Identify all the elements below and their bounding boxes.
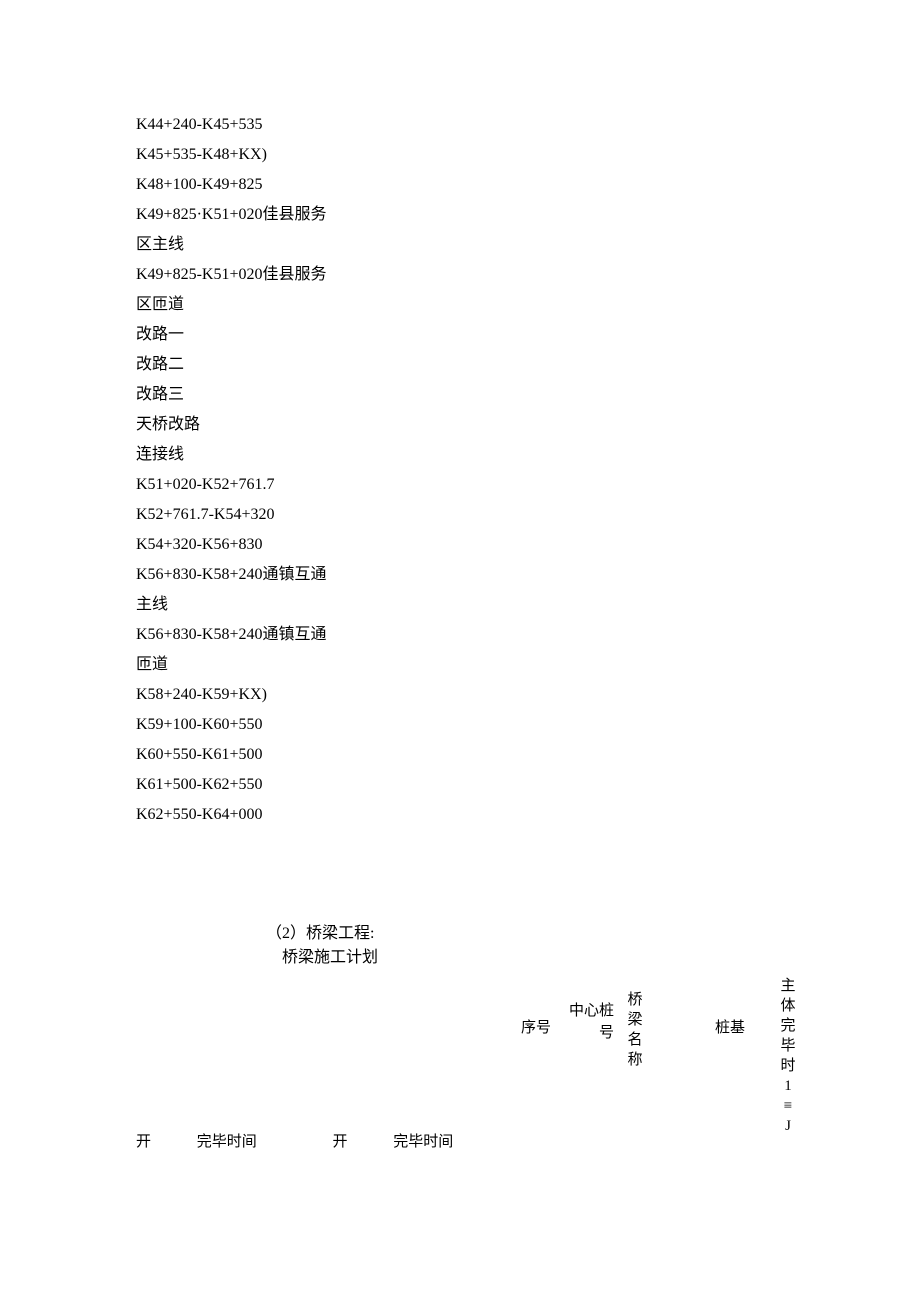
list-item: K52+761.7-K54+320: [136, 500, 920, 530]
header-center-pile: 中心桩号: [560, 1000, 614, 1044]
header-bridge-name: 桥梁名称: [626, 990, 644, 1070]
bottom-kai-1: 开: [136, 1130, 151, 1151]
list-item: K56+830-K58+240通镇互通主线: [136, 560, 336, 620]
header-seq: 序号: [518, 1016, 554, 1037]
header-main-complete: 主体完毕时1≡J: [779, 976, 797, 1136]
list-item: K54+320-K56+830: [136, 530, 920, 560]
list-item: K48+100-K49+825: [136, 170, 920, 200]
list-item: K56+830-K58+240通镇互通匝道: [136, 620, 336, 680]
station-list: K44+240-K45+535K45+535-K48+KX)K48+100-K4…: [136, 110, 920, 830]
list-item: 改路三: [136, 380, 920, 410]
bottom-complete-1: 完毕时间: [197, 1130, 257, 1151]
list-item: 改路二: [136, 350, 920, 380]
list-item: 天桥改路: [136, 410, 920, 440]
list-item: 改路一: [136, 320, 920, 350]
list-item: K51+020-K52+761.7: [136, 470, 920, 500]
list-item: K59+100-K60+550: [136, 710, 920, 740]
list-item: 连接线: [136, 440, 920, 470]
list-item: K62+550-K64+000: [136, 800, 920, 830]
list-item: K49+825·K51+020佳县服务区主线: [136, 200, 336, 260]
section-line-2: 桥梁施工计划: [266, 946, 920, 970]
bottom-kai-2: 开: [333, 1130, 348, 1151]
list-item: K45+535-K48+KX): [136, 140, 920, 170]
bottom-row: 开 完毕时间 开 完毕时间: [130, 1130, 453, 1151]
list-item: K61+500-K62+550: [136, 770, 920, 800]
list-item: K60+550-K61+500: [136, 740, 920, 770]
section-header: （2）桥梁工程: 桥梁施工计划: [136, 922, 920, 970]
bottom-complete-2: 完毕时间: [393, 1130, 453, 1151]
document-content: K44+240-K45+535K45+535-K48+KX)K48+100-K4…: [0, 0, 920, 970]
list-item: K58+240-K59+KX): [136, 680, 920, 710]
list-item: K49+825-K51+020佳县服务区匝道: [136, 260, 336, 320]
list-item: K44+240-K45+535: [136, 110, 920, 140]
section-line-1: （2）桥梁工程:: [266, 922, 920, 946]
header-pile-base: 桩基: [712, 1016, 748, 1037]
